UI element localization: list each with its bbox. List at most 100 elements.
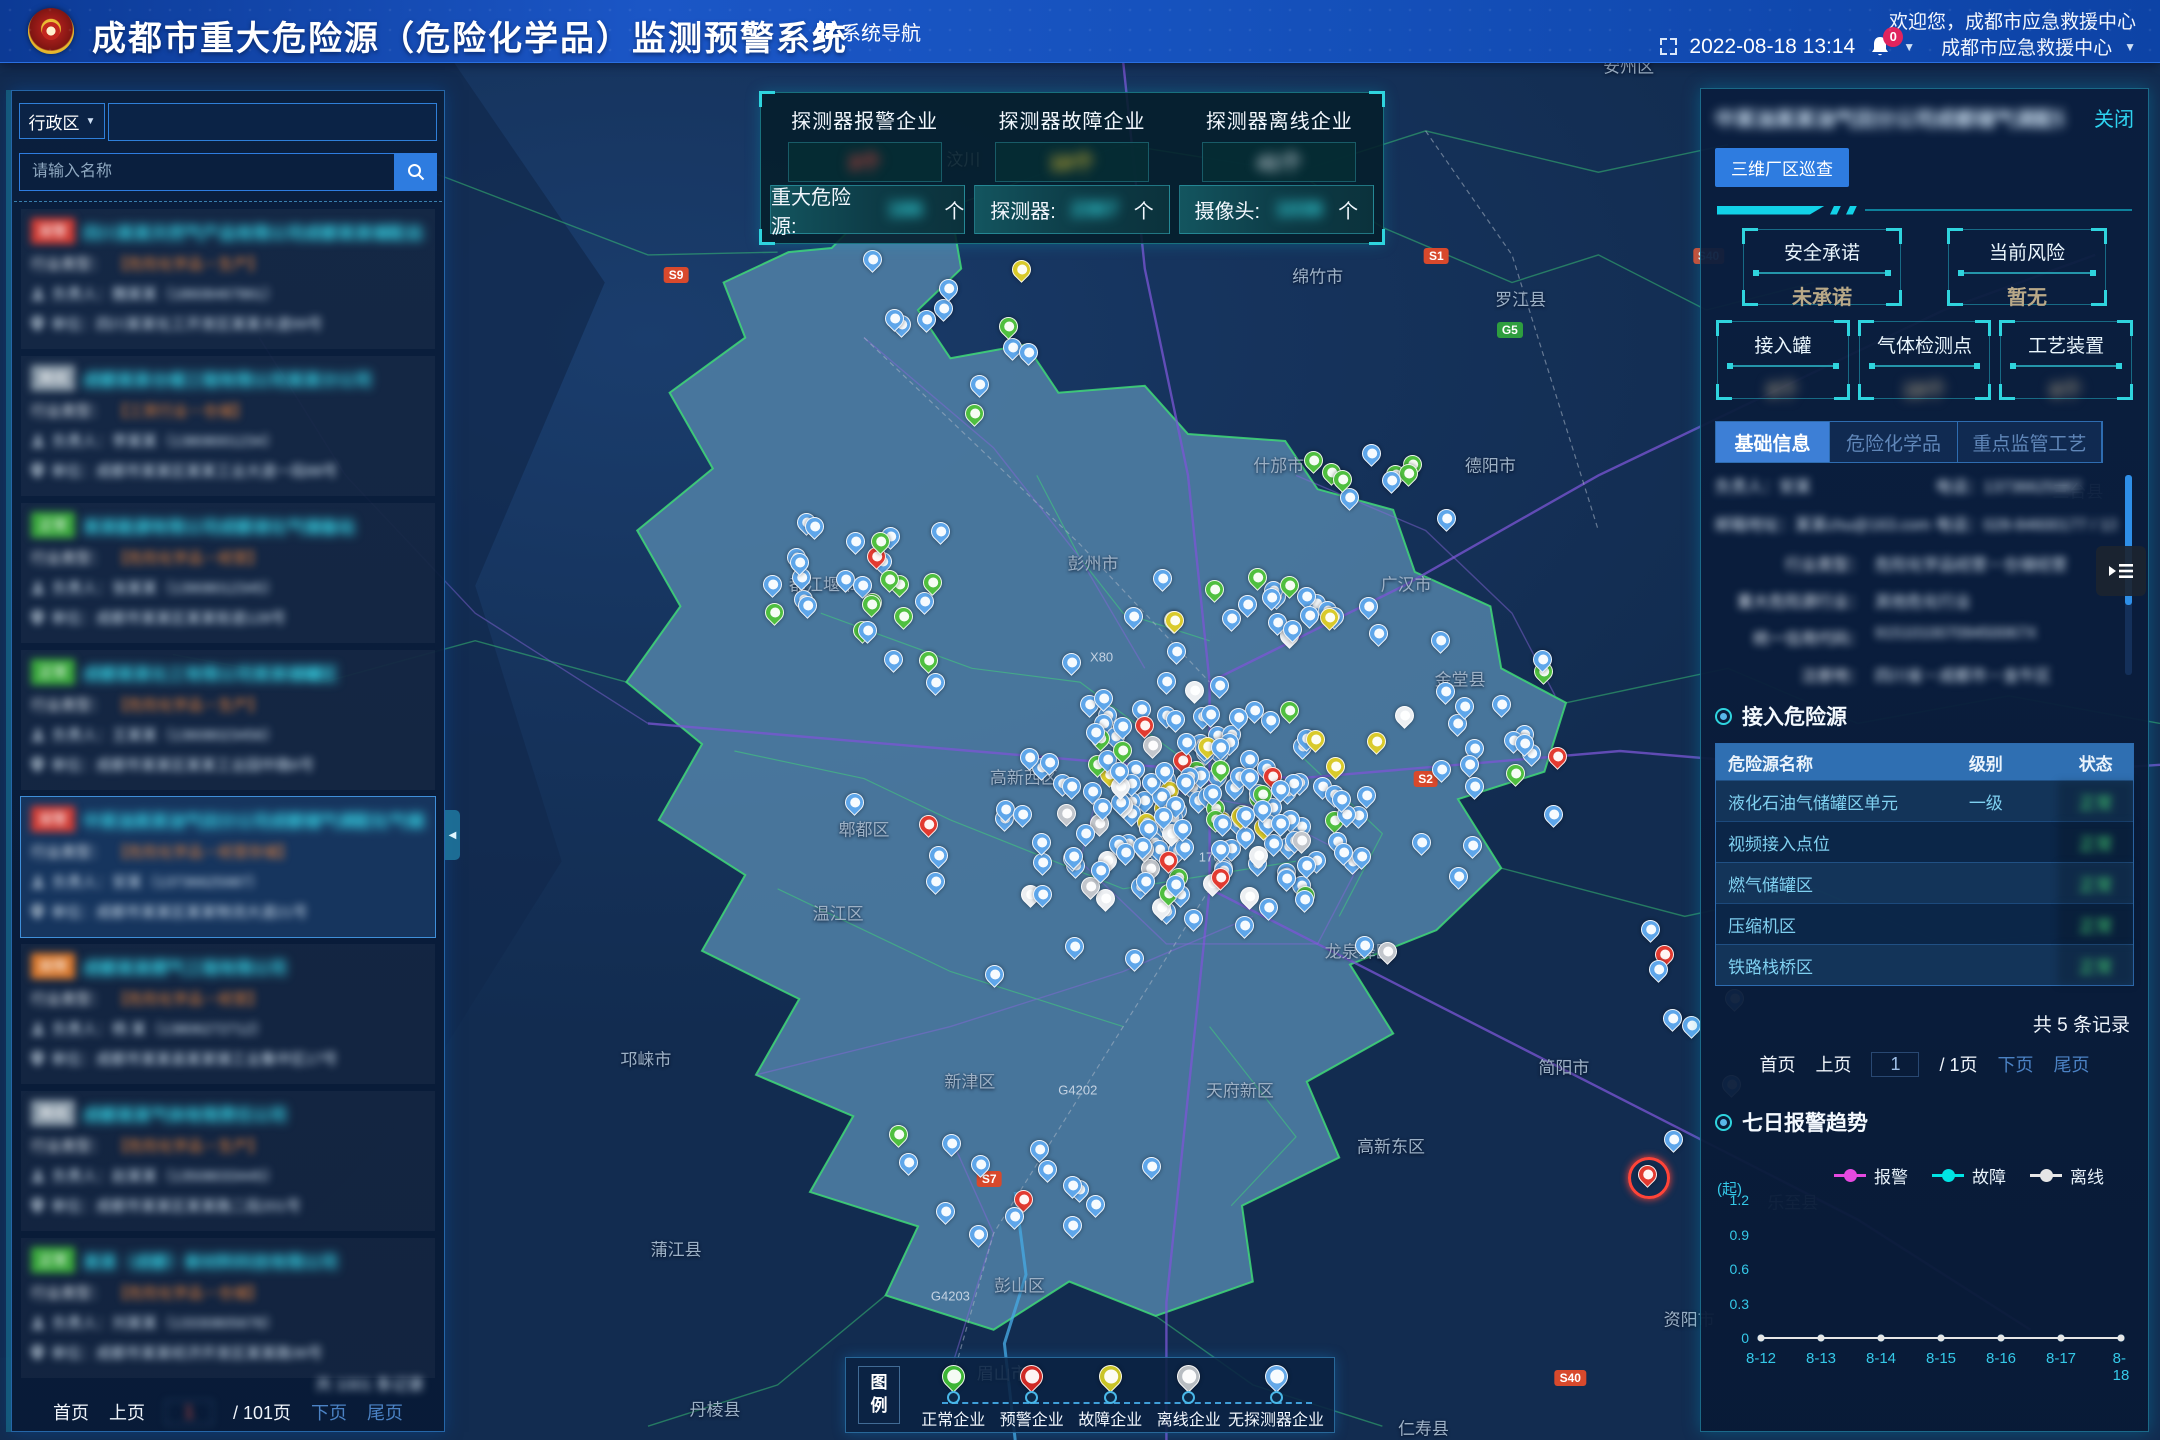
hazard-records-count: 共 5 条记录 <box>1715 1010 2134 1037</box>
chevron-down-icon[interactable]: ▼ <box>2124 40 2136 54</box>
search-button[interactable] <box>395 153 437 191</box>
radio-bullet-icon <box>1715 1114 1732 1131</box>
info-field: 注册地： 四川省－成都市－金牛区 <box>1715 662 2116 686</box>
person-icon <box>31 1316 45 1330</box>
person-icon <box>31 287 45 301</box>
x-axis-tick: 8-18 <box>2113 1350 2130 1384</box>
company-card[interactable]: 正常 某某能源有限公司成都液化气储备站 行业类型： 【危险化学品－经营】 负责人… <box>21 503 435 643</box>
legend-pin-icon <box>1094 1360 1127 1393</box>
hazard-table-row[interactable]: 燃气储罐区 正常 <box>1716 862 2133 903</box>
detail-tabs: 基础信息危险化学品重点监管工艺 <box>1715 421 2103 463</box>
totals-stat-unit: 个 <box>944 195 964 224</box>
totals-stat-value: 2367 <box>1064 198 1126 222</box>
divider <box>14 201 442 202</box>
trend-legend-item[interactable]: 离线 <box>2030 1163 2104 1188</box>
location-pin-icon <box>31 1198 44 1213</box>
hazard-status: 正常 <box>2058 781 2133 821</box>
district-filter-select[interactable]: 行政区 ▼ <box>19 103 105 139</box>
app-header: 成都市重大危险源（危险化学品）监测预警系统 系统导航 欢迎您，成都市应急救援中心… <box>0 0 2160 62</box>
location-pin-icon <box>31 316 44 331</box>
industry-type-row: 行业类型： 【工贸行业－仓储】 <box>31 400 425 421</box>
trend-data-point <box>1878 1335 1885 1342</box>
page-number-input[interactable]: 1 <box>165 1400 213 1425</box>
contact-row: 负责人：王某某（13608023456） <box>31 724 425 745</box>
fullscreen-icon[interactable] <box>1660 38 1677 55</box>
3d-patrol-button[interactable]: 三维厂区巡查 <box>1715 148 1849 187</box>
info-field: 电话：13736625987 <box>1936 473 2116 497</box>
legend-item: 预警企业 <box>993 1358 1072 1432</box>
app-title: 成都市重大危险源（危险化学品）监测预警系统 <box>92 11 848 60</box>
status-badge: 正常 <box>31 659 75 685</box>
totals-stat-label: 摄像头: <box>1195 195 1261 224</box>
legend-item: 离线企业 <box>1150 1358 1229 1432</box>
page-prev-button[interactable]: 上页 <box>109 1399 145 1425</box>
nav-system-menu[interactable]: 系统导航 <box>817 0 921 62</box>
page-next-button[interactable]: 下页 <box>1998 1051 2034 1077</box>
legend-node-icon <box>1025 1391 1038 1404</box>
panel-collapse-handle[interactable]: ◀ <box>445 810 460 860</box>
y-axis-tick: 0 <box>1715 1330 1749 1346</box>
hazard-name: 液化石油气储罐区单元 <box>1716 789 1969 814</box>
panel-toggle-button[interactable] <box>2096 546 2146 596</box>
company-card[interactable]: 正常 成都某某化工有限公司某某储罐区 行业类型： 【危险化学品－生产】 负责人：… <box>21 650 435 790</box>
page-last-button[interactable]: 尾页 <box>367 1399 403 1425</box>
company-name: 成都某某气体有限责任公司 <box>83 1101 287 1126</box>
company-card[interactable]: 正常 某某（成都）新材料科技有限公司 行业类型： 【危险化学品－仓储】 负责人：… <box>21 1238 435 1378</box>
datetime-display: 2022-08-18 13:14 <box>1689 35 1855 59</box>
page-first-button[interactable]: 首页 <box>1759 1051 1795 1077</box>
detector-stat-value: 3个 <box>788 142 942 182</box>
chevron-down-icon[interactable]: ▼ <box>1903 40 1915 54</box>
x-axis-tick: 8-17 <box>2046 1350 2076 1367</box>
search-input[interactable] <box>19 153 395 191</box>
company-card[interactable]: 故障 成都某某燃气工程有限公司 行业类型： 【危险化学品－经营】 负责人：杨 某… <box>21 944 435 1084</box>
company-name: 某某能源有限公司成都液化气储备站 <box>83 513 355 538</box>
company-card[interactable]: 报警 四川某某天然气产品有限公司成都某某储配总站 行业类型： 【危险化学品－生产… <box>21 209 435 349</box>
hazard-table-row[interactable]: 液化石油气储罐区单元 一级 正常 <box>1716 780 2133 821</box>
page-first-button[interactable]: 首页 <box>53 1399 89 1425</box>
hazard-table-row[interactable]: 铁路栈桥区 正常 <box>1716 944 2133 985</box>
contact-row: 负责人：张某某（13908012345） <box>31 577 425 598</box>
address-row: 单位：成都市某某区某某工业园中路6号 <box>31 754 425 775</box>
page-last-button[interactable]: 尾页 <box>2054 1051 2090 1077</box>
district-value-input[interactable] <box>108 103 437 141</box>
hazard-status: 正常 <box>2058 945 2133 985</box>
asset-counter-box: 气体检测点 19个 <box>1859 321 1991 399</box>
company-card[interactable]: 报警 中某油某某油气田分公司成都储气调配化气储配站 行业类型： 【危险化学品－经… <box>21 797 435 937</box>
industry-type-row: 行业类型： 【危险化学品－生产】 <box>31 694 425 715</box>
page-next-button[interactable]: 下页 <box>311 1399 347 1425</box>
detail-tab[interactable]: 基础信息 <box>1716 422 1830 462</box>
totals-stat: 摄像头: 1038 个 <box>1179 185 1374 234</box>
trend-chart: (起) 00.30.60.91.28-128-138-148-158-168-1… <box>1715 1192 2134 1382</box>
hazard-name: 燃气储罐区 <box>1716 871 1969 896</box>
person-icon <box>31 1169 45 1183</box>
commitment-value: 未承诺 <box>1744 281 1900 310</box>
page-number-input[interactable]: 1 <box>1871 1052 1919 1077</box>
trend-legend-item[interactable]: 故障 <box>1932 1163 2006 1188</box>
current-risk-box: 当前风险 暂无 <box>1948 229 2106 305</box>
detail-tab[interactable]: 重点监管工艺 <box>1958 422 2102 462</box>
notification-bell[interactable]: 0 <box>1867 35 1891 59</box>
user-center-name[interactable]: 成都市应急救援中心 <box>1941 33 2112 60</box>
hazard-table-row[interactable]: 视频接入点位 正常 <box>1716 821 2133 862</box>
trend-legend-item[interactable]: 报警 <box>1834 1163 1908 1188</box>
legend-title: 图 例 <box>858 1366 900 1424</box>
page-total: / 1页 <box>1939 1051 1977 1077</box>
status-badge: 离线 <box>31 1100 75 1126</box>
industry-type-row: 行业类型： 【危险化学品－经营】 <box>31 988 425 1009</box>
industry-type-row: 行业类型： 【危险化学品－经营】 <box>31 547 425 568</box>
legend-node-icon <box>947 1391 960 1404</box>
detector-stat: 探测器故障企业 10个 <box>968 93 1175 185</box>
page-prev-button[interactable]: 上页 <box>1815 1051 1851 1077</box>
legend-item: 正常企业 <box>914 1358 993 1432</box>
info-field: 行业类型： 危险化学品经营－仓储经营 <box>1715 551 2116 575</box>
detail-tab[interactable]: 危险化学品 <box>1830 422 1958 462</box>
detector-stat-label: 探测器报警企业 <box>761 105 968 134</box>
totals-stat: 重大危险源: 166 个 <box>770 185 965 234</box>
company-card[interactable]: 离线 成都某某仓储工程有限公司某某分公司 行业类型： 【工贸行业－仓储】 负责人… <box>21 356 435 496</box>
grid-nav-icon <box>817 23 833 39</box>
hazard-table-row[interactable]: 压缩机区 正常 <box>1716 903 2133 944</box>
trend-data-point <box>1938 1335 1945 1342</box>
company-card[interactable]: 离线 成都某某气体有限责任公司 行业类型： 【危险化学品－生产】 负责人：赵某某… <box>21 1091 435 1231</box>
close-button[interactable]: 关闭 <box>2094 103 2134 132</box>
contact-row: 负责人：安某（13736625987） <box>31 871 425 892</box>
